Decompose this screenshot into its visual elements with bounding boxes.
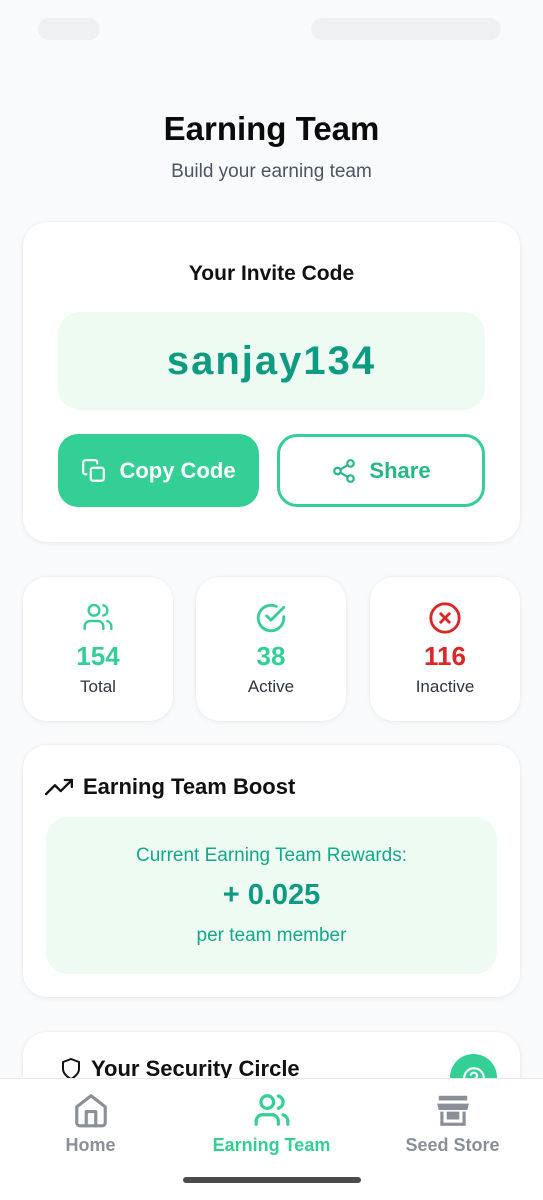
check-circle-icon (256, 603, 286, 633)
page-title: Earning Team (163, 110, 380, 147)
nav-label-seed-store: Seed Store (405, 1135, 500, 1155)
x-circle-icon (429, 602, 461, 634)
boost-title: Earning Team Boost (83, 774, 296, 799)
store-icon (436, 1095, 469, 1126)
earning-team-boost-card: Earning Team Boost Current Earning Team … (23, 745, 520, 997)
rewards-label: Current Earning Team Rewards: (135, 845, 408, 866)
share-icon (333, 458, 356, 483)
status-bar-time (38, 18, 100, 40)
stat-inactive-value: 116 (424, 641, 466, 671)
home-indicator[interactable] (183, 1177, 361, 1183)
stat-total-value: 154 (76, 641, 120, 671)
rewards-box: Current Earning Team Rewards: + 0.025 pe… (46, 817, 497, 974)
stat-active-label: Active (247, 677, 295, 696)
status-bar (0, 0, 543, 60)
stat-active-value: 38 (256, 641, 286, 671)
nav-item-earning-team[interactable]: Earning Team (181, 1091, 362, 1171)
status-bar-indicators (311, 18, 501, 40)
rewards-unit: per team member (196, 925, 347, 946)
share-button[interactable]: Share (277, 434, 485, 507)
copy-code-button[interactable]: Copy Code (58, 434, 259, 507)
copy-icon (82, 458, 106, 482)
copy-code-label: Copy Code (119, 457, 236, 483)
trending-up-icon (45, 778, 73, 796)
stat-card-inactive: 116 Inactive (370, 577, 520, 721)
invite-code-value: sanjay134 (166, 338, 377, 383)
home-icon (74, 1094, 107, 1128)
stat-card-active: 38 Active (196, 577, 346, 721)
share-label: Share (369, 457, 431, 483)
nav-label-earning-team: Earning Team (212, 1135, 331, 1155)
stat-card-total: 154 Total (23, 577, 173, 721)
invite-code-label: Your Invite Code (188, 262, 355, 285)
nav-item-home[interactable]: Home (0, 1091, 181, 1171)
page-subtitle: Build your earning team (171, 161, 372, 182)
stat-total-label: Total (80, 677, 116, 696)
users-icon (254, 1094, 289, 1126)
nav-label-home: Home (65, 1135, 116, 1155)
invite-code-box: sanjay134 (58, 312, 485, 410)
stat-inactive-label: Inactive (415, 677, 475, 696)
nav-item-seed-store[interactable]: Seed Store (362, 1091, 543, 1171)
invite-code-card: Your Invite Code sanjay134 Copy Code Sha… (23, 222, 520, 542)
rewards-value: + 0.025 (222, 879, 321, 911)
users-icon (83, 603, 113, 631)
